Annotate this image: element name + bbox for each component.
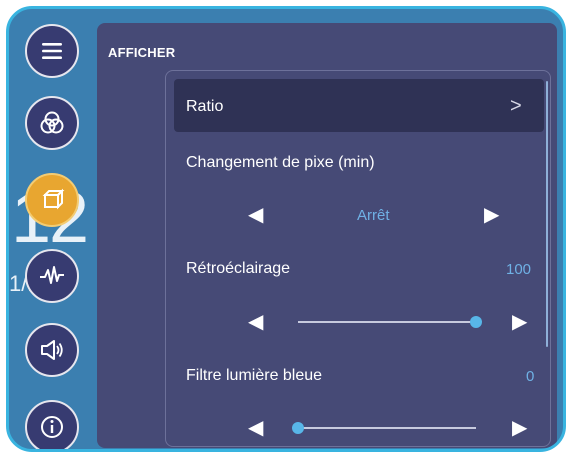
backlight-left-arrow-icon[interactable]: ◀ bbox=[248, 312, 263, 332]
blue-filter-slider-track[interactable] bbox=[298, 427, 476, 429]
panel-title: AFFICHER bbox=[108, 45, 176, 60]
settings-list: Ratio > Changement de pixe (min) ◀ Arrêt… bbox=[165, 70, 551, 447]
backlight-right-arrow-icon[interactable]: ▶ bbox=[512, 312, 527, 332]
backlight-slider-thumb[interactable] bbox=[470, 316, 482, 328]
blue-filter-right-arrow-icon[interactable]: ▶ bbox=[512, 418, 527, 438]
blue-filter-left-arrow-icon[interactable]: ◀ bbox=[248, 418, 263, 438]
backlight-value: 100 bbox=[506, 261, 532, 278]
blue-filter-slider-thumb[interactable] bbox=[292, 422, 304, 434]
ratio-row[interactable]: Ratio > bbox=[174, 79, 544, 132]
color-settings-button[interactable] bbox=[25, 96, 79, 150]
device-frame: 12 1/10 bbox=[6, 6, 566, 452]
hamburger-icon bbox=[42, 43, 62, 59]
info-button[interactable] bbox=[25, 400, 79, 449]
pixel-shift-left-arrow-icon[interactable]: ◀ bbox=[248, 205, 263, 225]
sound-settings-button[interactable] bbox=[25, 323, 79, 377]
pixel-shift-right-arrow-icon[interactable]: ▶ bbox=[484, 205, 499, 225]
side-rail bbox=[9, 9, 101, 449]
pixel-shift-value: Arrêt bbox=[357, 207, 390, 224]
speaker-icon bbox=[41, 340, 63, 360]
waveform-icon bbox=[40, 266, 64, 284]
blue-filter-label: Filtre lumière bleue bbox=[186, 367, 323, 384]
pixel-shift-label: Changement de pixe (min) bbox=[186, 154, 375, 171]
display-settings-button[interactable] bbox=[25, 173, 79, 227]
display-settings-panel: AFFICHER Ratio > Changement de pixe (min… bbox=[97, 23, 557, 448]
menu-button[interactable] bbox=[25, 24, 79, 78]
backlight-label: Rétroéclairage bbox=[186, 260, 291, 277]
signal-settings-button[interactable] bbox=[25, 249, 79, 303]
display-cube-icon bbox=[42, 188, 65, 210]
backlight-slider-track[interactable] bbox=[298, 321, 476, 323]
scrollbar[interactable] bbox=[546, 81, 548, 347]
blue-filter-value: 0 bbox=[526, 368, 535, 385]
color-circles-icon bbox=[40, 111, 64, 134]
ratio-label: Ratio bbox=[186, 98, 224, 115]
chevron-right-icon: > bbox=[510, 95, 522, 117]
info-icon bbox=[41, 416, 63, 438]
